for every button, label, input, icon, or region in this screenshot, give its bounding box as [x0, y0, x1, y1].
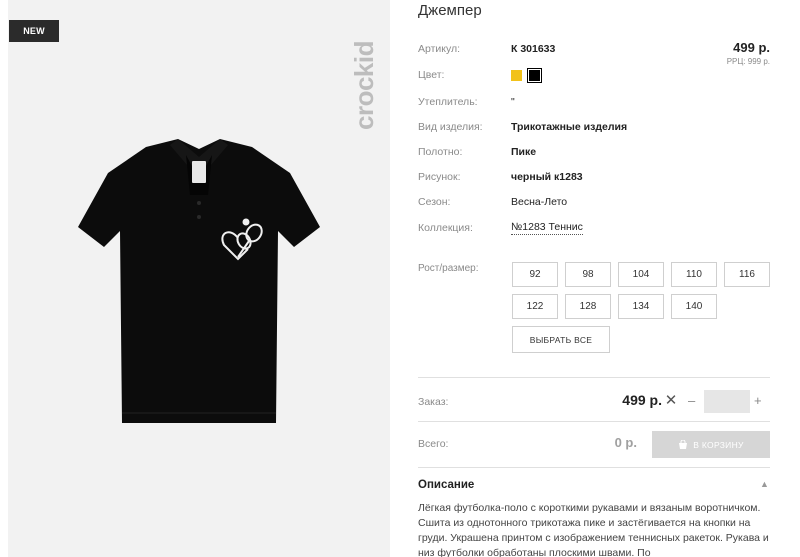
cart-icon [679, 439, 688, 449]
size-button[interactable]: 140 [671, 294, 717, 319]
close-icon[interactable]: ✕ [664, 393, 678, 409]
select-all-button[interactable]: ВЫБРАТЬ ВСЕ [512, 326, 610, 353]
attr-label: Полотно: [418, 146, 463, 158]
new-badge: NEW [9, 20, 59, 42]
attr-pattern: Рисунок: черный к1283 [418, 170, 583, 184]
size-button[interactable]: 110 [671, 262, 717, 287]
attr-color: Цвет: [418, 67, 544, 83]
attr-season: Сезон: Весна-Лето [418, 195, 567, 209]
size-button[interactable]: 104 [618, 262, 664, 287]
attr-value: Весна-Лето [511, 196, 568, 208]
attr-type: Вид изделия: Трикотажные изделия [418, 120, 627, 134]
attr-value: черный к1283 [511, 171, 583, 183]
cart-button-label: В КОРЗИНУ [693, 439, 744, 450]
size-button[interactable]: 122 [512, 294, 558, 319]
attr-value: Трикотажные изделия [511, 121, 628, 133]
size-button[interactable]: 116 [724, 262, 770, 287]
attr-label: Утеплитель: [418, 96, 478, 108]
product-image-panel[interactable]: NEW crockid [8, 0, 390, 557]
total-value: 0 р. [614, 435, 637, 450]
description-text: Лёгкая футболка-поло с короткими рукавам… [418, 502, 769, 557]
attr-value: " [511, 96, 515, 108]
size-button[interactable]: 134 [618, 294, 664, 319]
color-swatch-yellow[interactable] [511, 69, 522, 81]
divider [418, 467, 770, 468]
divider [418, 377, 770, 378]
quantity-input[interactable] [704, 390, 750, 413]
attr-label: Артикул: [418, 43, 461, 55]
size-label: Рост/размер: [418, 263, 479, 274]
size-button[interactable]: 128 [565, 294, 611, 319]
brand-logo: crockid [344, 20, 384, 150]
attr-label: Цвет: [418, 69, 445, 81]
collection-link[interactable]: №1283 Теннис [511, 221, 583, 235]
rrp-price: РРЦ: 999 р. [726, 57, 770, 66]
total-label: Всего: [418, 438, 449, 450]
product-price: 499 р. [733, 40, 770, 55]
description-title[interactable]: Описание [418, 479, 474, 491]
attr-value: Пике [511, 146, 537, 158]
color-swatch-black[interactable] [526, 67, 542, 83]
size-button[interactable]: 98 [565, 262, 611, 287]
plus-icon[interactable]: + [754, 393, 762, 409]
product-photo [78, 139, 320, 423]
attr-value: К 301633 [511, 43, 556, 55]
attr-collection: Коллекция: №1283 Теннис [418, 221, 583, 235]
attr-article: Артикул: К 301633 [418, 42, 555, 56]
order-label: Заказ: [418, 396, 449, 408]
attr-label: Коллекция: [418, 222, 473, 234]
order-price: 499 р. [622, 392, 662, 408]
brand-logo-text: crockid [348, 40, 379, 130]
minus-icon[interactable]: – [688, 393, 695, 409]
attr-fabric: Полотно: Пике [418, 145, 536, 159]
size-button[interactable]: 92 [512, 262, 558, 287]
divider [418, 421, 770, 422]
size-grid: 92 98 104 110 116 122 128 134 140 [512, 262, 770, 319]
product-title: Джемпер [418, 2, 482, 19]
attr-insulation: Утеплитель: " [418, 95, 515, 109]
color-swatches [511, 67, 544, 83]
attr-label: Вид изделия: [418, 121, 483, 133]
attr-label: Рисунок: [418, 171, 461, 183]
chevron-up-icon[interactable]: ▲ [760, 479, 769, 489]
attr-label: Сезон: [418, 196, 451, 208]
add-to-cart-button[interactable]: В КОРЗИНУ [652, 431, 770, 458]
